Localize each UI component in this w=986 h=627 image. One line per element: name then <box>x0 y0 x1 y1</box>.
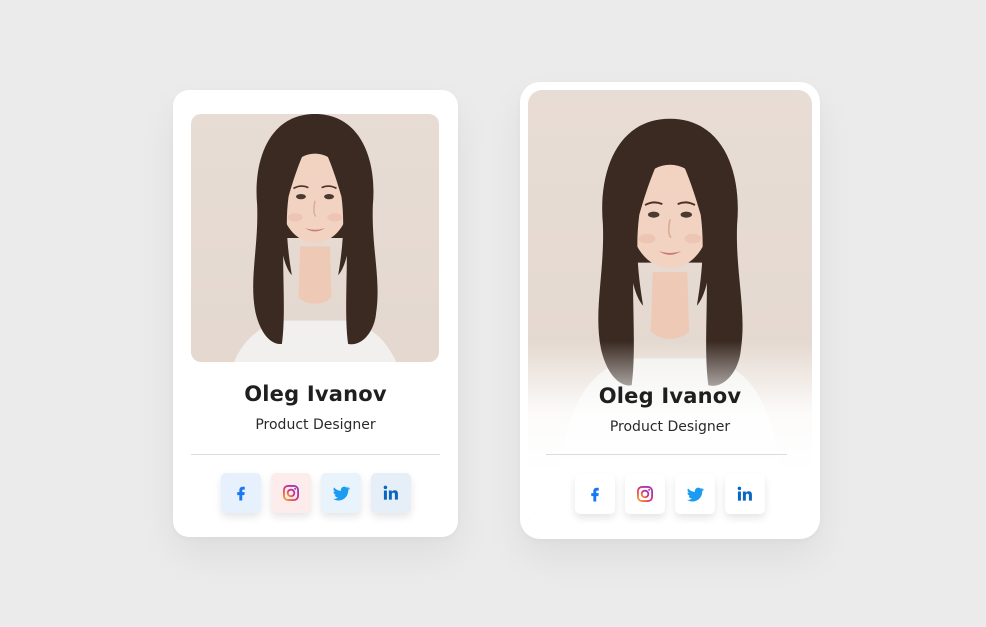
profile-role: Product Designer <box>255 417 376 433</box>
facebook-icon <box>236 486 245 501</box>
divider <box>546 454 787 455</box>
social-links <box>520 474 820 514</box>
profile-name: Oleg Ivanov <box>598 384 742 408</box>
linkedin-button[interactable] <box>725 474 765 514</box>
profile-role: Product Designer <box>609 419 731 435</box>
linkedin-icon <box>383 485 398 500</box>
profile-card: Oleg Ivanov Product Designer <box>520 82 820 539</box>
facebook-button[interactable] <box>220 473 261 513</box>
instagram-icon <box>637 486 653 502</box>
portrait-image <box>191 114 439 362</box>
twitter-button[interactable] <box>675 474 715 514</box>
linkedin-button[interactable] <box>370 473 411 513</box>
profile-name: Oleg Ivanov <box>244 382 387 406</box>
instagram-button[interactable] <box>270 473 311 513</box>
social-links <box>173 473 458 513</box>
facebook-button[interactable] <box>575 474 615 514</box>
profile-photo <box>528 90 812 531</box>
profile-photo <box>191 114 439 362</box>
profile-card: Oleg Ivanov Product Designer <box>173 90 458 537</box>
facebook-icon <box>591 487 599 502</box>
twitter-button[interactable] <box>320 473 361 513</box>
divider <box>191 454 440 455</box>
twitter-icon <box>687 487 704 502</box>
instagram-icon <box>282 485 299 501</box>
twitter-icon <box>332 486 350 501</box>
linkedin-icon <box>737 486 752 501</box>
instagram-button[interactable] <box>625 474 665 514</box>
